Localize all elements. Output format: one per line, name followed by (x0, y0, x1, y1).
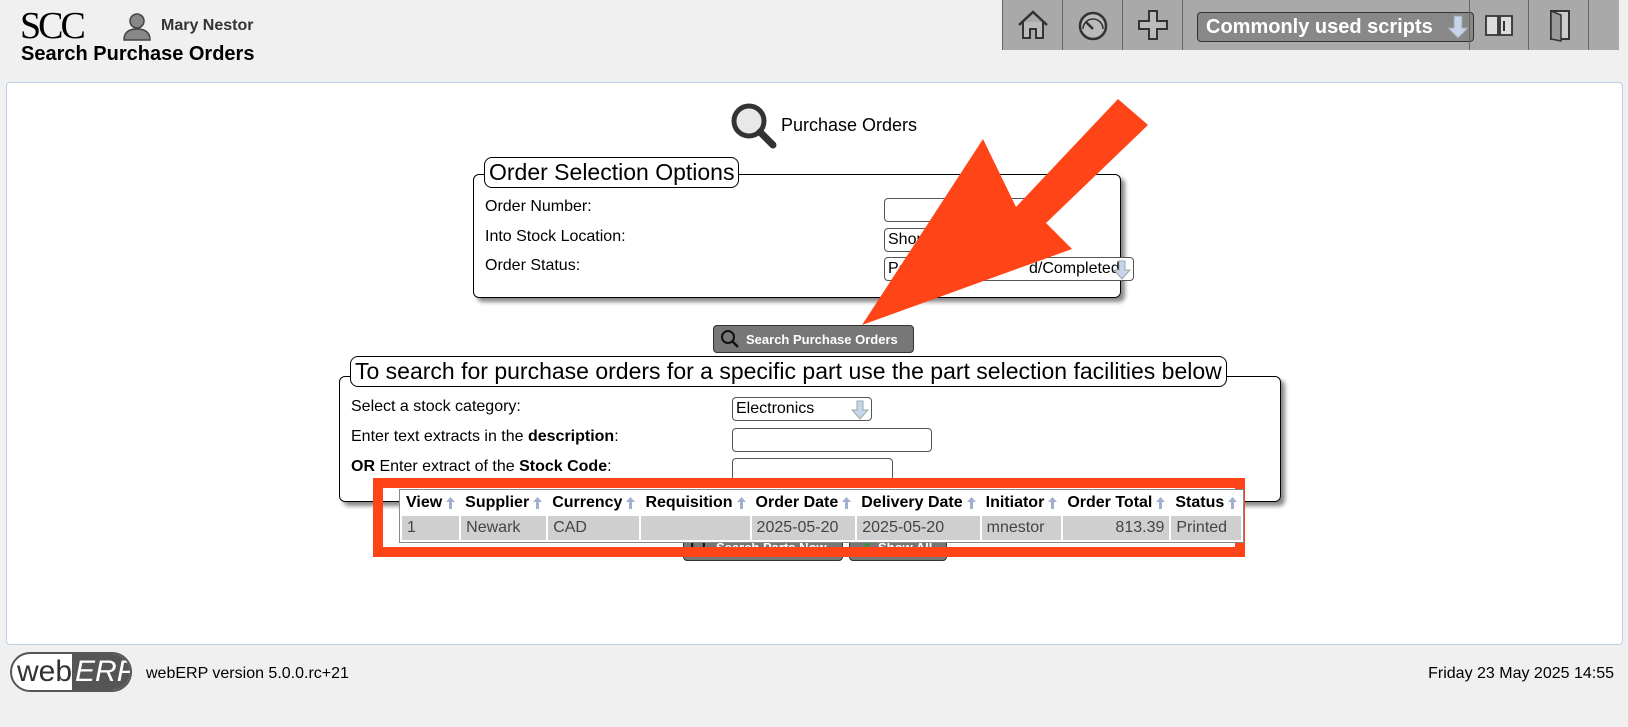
results-column-header[interactable]: Status (1171, 492, 1241, 514)
description-input[interactable] (732, 428, 932, 452)
column-header-label: Supplier (465, 494, 530, 511)
sort-arrow-icon (1048, 496, 1058, 509)
sort-arrow-icon (842, 496, 852, 509)
user-name[interactable]: Mary Nestor (161, 17, 253, 35)
chevron-down-icon (1113, 260, 1131, 280)
table-cell: Printed (1171, 516, 1242, 540)
description-label-bold: description (527, 428, 615, 445)
table-cell: mnestor (981, 516, 1062, 540)
company-logo: SCC (20, 5, 86, 47)
stock-category-label: Select a stock category: (351, 398, 521, 415)
book-icon (1485, 15, 1513, 36)
order-selection-legend: Order Selection Options (484, 157, 740, 188)
table-cell: Newark (461, 516, 547, 540)
sort-arrow-icon (966, 496, 976, 509)
order-status-value-start: Pe (888, 260, 908, 277)
page-title: Search Purchase Orders (21, 43, 255, 65)
logo-web-text: web (17, 655, 73, 688)
stock-code-label-post: : (607, 458, 612, 475)
order-status-select[interactable]: Pe d/Completed (884, 257, 1134, 281)
stock-location-select[interactable]: Shop (884, 228, 984, 252)
stock-category-select[interactable]: Electronics (732, 397, 872, 421)
column-header-label: Order Date (755, 494, 839, 511)
datetime-text: Friday 23 May 2025 14:55 (1428, 665, 1614, 682)
search-purchase-orders-button[interactable]: Search Purchase Orders (713, 325, 914, 353)
logout-door-icon (1549, 9, 1570, 42)
dashboard-button[interactable] (1063, 0, 1123, 50)
logout-button[interactable] (1529, 0, 1589, 50)
column-header-label: Order Total (1067, 494, 1153, 511)
table-cell: 813.39 (1063, 516, 1170, 540)
version-text: webERP version 5.0.0.rc+21 (146, 665, 349, 682)
order-status-value-end: d/Completed (1029, 260, 1120, 277)
user-icon (123, 13, 151, 41)
commonly-used-scripts-select[interactable]: Commonly used scripts (1197, 12, 1474, 42)
dashboard-icon (1078, 11, 1107, 41)
description-label: Enter text extracts in the description: (351, 428, 619, 446)
header: SCC Mary Nestor Search Purchase Orders C… (0, 0, 1628, 80)
home-icon (1017, 10, 1048, 39)
sort-arrow-icon (736, 496, 746, 509)
sort-arrow-icon (1228, 496, 1238, 509)
results-header-row: View Supplier Currency Requisition Order Dat… (402, 492, 1241, 514)
order-number-label: Order Number: (485, 198, 592, 215)
table-row[interactable]: 1 Newark CAD 2025-05-20 2025-05-20 mnestor 813… (402, 516, 1242, 540)
table-cell: CAD (548, 516, 640, 540)
table-cell (641, 516, 750, 540)
add-button[interactable] (1123, 0, 1183, 50)
column-header-label: View (406, 494, 443, 511)
plus-icon (1137, 10, 1168, 40)
results-column-header[interactable]: Initiator (982, 492, 1062, 514)
scripts-select-label: Commonly used scripts (1206, 16, 1433, 38)
column-header-label: Currency (552, 494, 623, 511)
sort-arrow-icon (446, 496, 456, 509)
stock-location-label: Into Stock Location: (485, 228, 626, 245)
results-column-header[interactable]: Delivery Date (857, 492, 979, 514)
results-column-header[interactable]: Supplier (461, 492, 546, 514)
stock-code-label: OR Enter extract of the Stock Code: (351, 458, 612, 476)
order-status-label: Order Status: (485, 257, 581, 274)
results-table: View Supplier Currency Requisition Order Dat… (399, 489, 1245, 543)
main-panel: Purchase Orders Order Selection Options … (6, 82, 1623, 645)
chevron-down-icon (1447, 15, 1469, 39)
heading-text: Purchase Orders (781, 114, 918, 135)
logo-erp-text: ERP (72, 654, 130, 690)
order-selection-fieldset: Order Selection Options Order Number: In… (473, 157, 1134, 298)
stock-code-label-mid: Enter extract of the (375, 458, 520, 475)
description-label-pre: Enter text extracts in the (351, 428, 528, 445)
results-column-header[interactable]: Currency (548, 492, 639, 514)
chevron-down-icon (851, 400, 869, 420)
results-column-header[interactable]: Order Date (752, 492, 856, 514)
manual-button[interactable] (1469, 0, 1529, 50)
part-selection-legend: To search for purchase orders for a spec… (350, 356, 1227, 387)
sort-arrow-icon (626, 496, 636, 509)
column-header-label: Requisition (645, 494, 733, 511)
home-button[interactable] (1003, 0, 1063, 50)
view-link[interactable]: 1 (402, 516, 460, 540)
magnifier-icon (731, 103, 777, 149)
column-header-label: Initiator (985, 494, 1045, 511)
results-body: 1 Newark CAD 2025-05-20 2025-05-20 mnestor 813… (402, 516, 1242, 540)
stock-category-value: Electronics (736, 400, 815, 417)
results-column-header[interactable]: View (402, 492, 459, 514)
order-number-input[interactable] (884, 198, 1034, 222)
sort-arrow-icon (533, 496, 543, 509)
toolbar: Commonly used scripts (1002, 0, 1619, 50)
column-header-label: Delivery Date (861, 494, 963, 511)
search-purchase-orders-label: Search Purchase Orders (746, 331, 898, 347)
results-column-header[interactable]: Requisition (641, 492, 749, 514)
column-header-label: Status (1175, 494, 1225, 511)
table-cell: 2025-05-20 (857, 516, 980, 540)
search-icon (721, 330, 739, 348)
stock-code-label-bold: Stock Code (519, 458, 608, 475)
table-cell: 2025-05-20 (751, 516, 856, 540)
description-label-post: : (614, 428, 619, 445)
purchase-orders-heading: Purchase Orders (729, 101, 917, 149)
sort-arrow-icon (1156, 496, 1166, 509)
weberp-logo: web ERP (10, 652, 132, 692)
results-column-header[interactable]: Order Total (1063, 492, 1169, 514)
stock-code-label-or: OR (351, 458, 375, 475)
